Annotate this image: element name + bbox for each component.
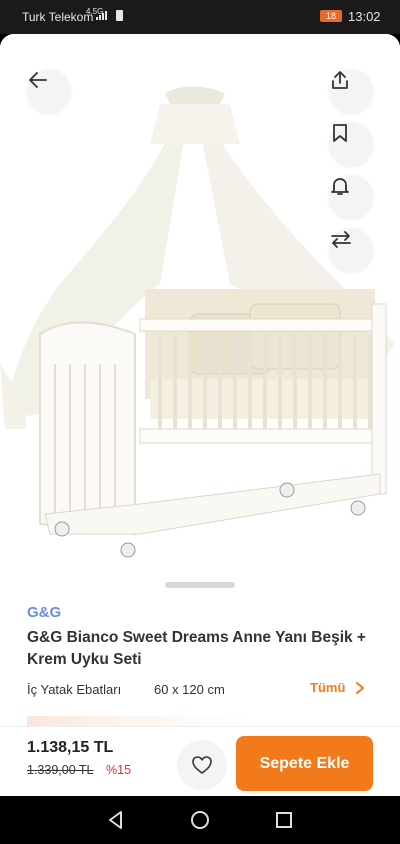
product-title: G&G Bianco Sweet Dreams Anne Yanı Beşik …: [27, 629, 366, 668]
faded-content: [27, 716, 247, 726]
favorite-button[interactable]: [177, 740, 227, 790]
attribute-label: İç Yatak Ebatları: [27, 682, 122, 697]
nav-recents-icon[interactable]: [272, 808, 296, 832]
sim-icon: [116, 10, 123, 21]
bookmark-button[interactable]: [329, 122, 373, 166]
bell-icon: [331, 178, 349, 195]
arrow-left-icon: [29, 72, 47, 88]
purchase-bar: 1.138,15 TL 1.339,00 TL %15 Sepete Ekle: [0, 726, 400, 796]
chevron-right-icon: [356, 681, 365, 694]
battery-icon: 18: [320, 10, 342, 22]
image-page-indicator: [165, 582, 235, 588]
back-button[interactable]: [27, 69, 71, 113]
current-price: 1.138,15 TL: [27, 739, 114, 756]
swap-arrows-icon: [331, 231, 351, 248]
discount-badge: %15: [106, 763, 132, 777]
status-bar: Turk Telekom 4.5G 18 13:02: [0, 0, 400, 34]
heart-icon: [192, 756, 212, 774]
compare-button[interactable]: [329, 228, 373, 272]
share-button[interactable]: [329, 69, 373, 113]
all-attributes-label: Tümü: [310, 680, 346, 695]
old-price: 1.339,00 TL: [27, 763, 94, 777]
signal-icon: [96, 10, 107, 20]
bookmark-icon: [333, 124, 347, 142]
product-image[interactable]: [0, 34, 400, 594]
add-to-cart-button[interactable]: Sepete Ekle: [236, 736, 373, 791]
carrier-name: Turk Telekom: [22, 10, 94, 24]
share-icon: [332, 71, 348, 89]
nav-back-icon[interactable]: [104, 808, 128, 832]
clock: 13:02: [348, 9, 381, 24]
crib-illustration: [0, 86, 395, 558]
all-attributes-link[interactable]: Tümü: [310, 680, 365, 695]
brand-link[interactable]: G&G: [27, 604, 61, 621]
system-nav-bar: [0, 796, 400, 844]
price-alarm-button[interactable]: [329, 175, 373, 219]
nav-home-icon[interactable]: [188, 808, 212, 832]
product-sheet: G&G G&G Bianco Sweet Dreams Anne Yanı Be…: [0, 34, 400, 796]
attribute-value: 60 x 120 cm: [154, 682, 225, 697]
